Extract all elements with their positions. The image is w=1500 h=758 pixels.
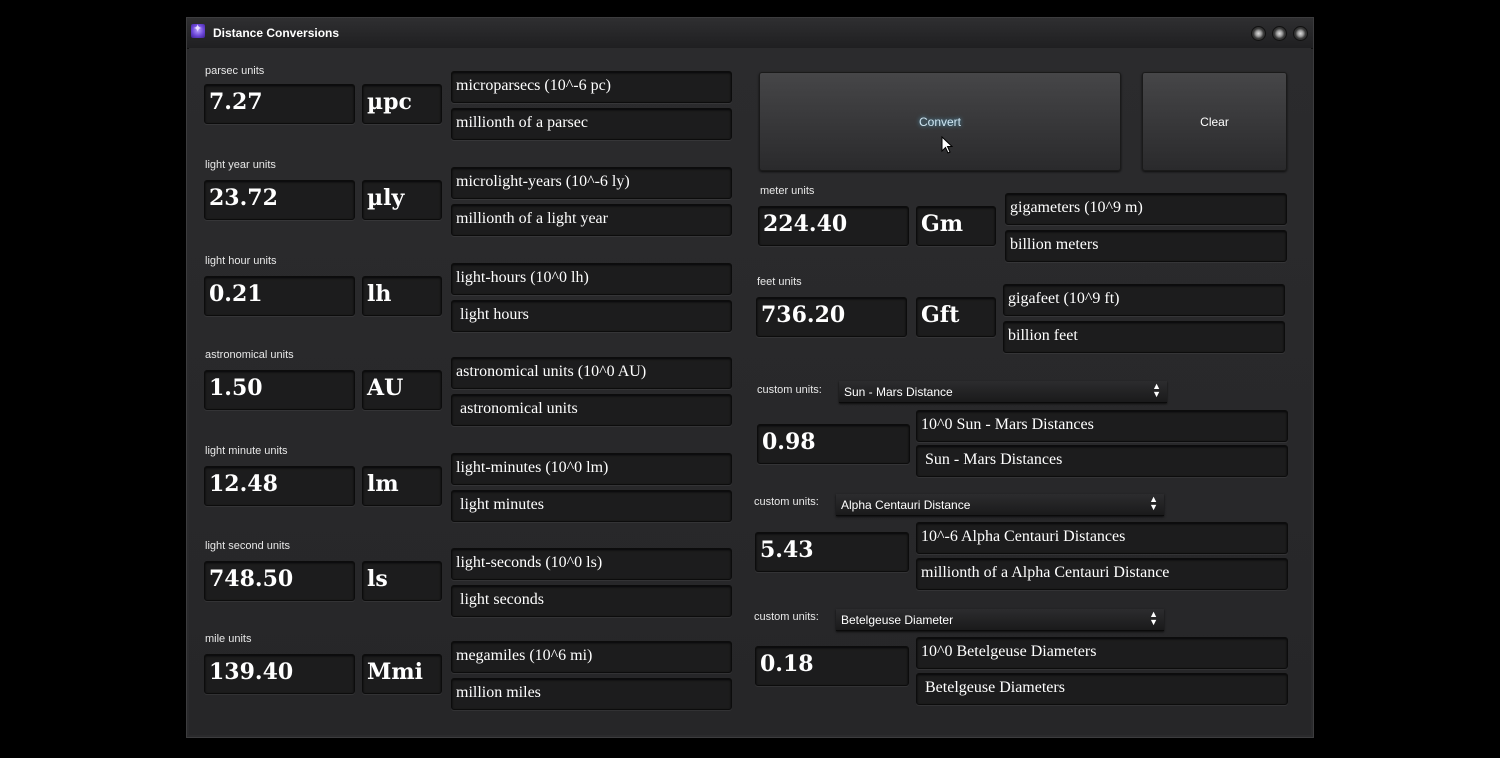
clear-button-label: Clear <box>1200 114 1229 129</box>
custom-units-selected: Betelgeuse Diameter <box>841 613 954 627</box>
unit-description-field[interactable]: millionth of a parsec <box>451 108 732 140</box>
unit-name-field[interactable]: gigameters (10^9 m) <box>1005 193 1287 225</box>
unit-symbol-field[interactable]: lm <box>362 466 442 506</box>
group-label: mile units <box>205 633 252 645</box>
unit-name-field[interactable]: gigafeet (10^9 ft) <box>1003 284 1285 316</box>
unit-name-field[interactable]: 10^0 Sun - Mars Distances <box>916 410 1288 442</box>
unit-name-field[interactable]: 10^-6 Alpha Centauri Distances <box>916 522 1288 554</box>
unit-symbol-field[interactable]: lh <box>362 276 442 316</box>
group-label: meter units <box>760 185 815 197</box>
value-field[interactable]: 12.48 <box>204 466 355 506</box>
value-field[interactable]: 0.18 <box>755 646 909 686</box>
maximize-button[interactable] <box>1272 26 1287 41</box>
clear-button[interactable]: Clear <box>1142 72 1287 171</box>
unit-description-field[interactable]: light hours <box>451 300 732 332</box>
custom-units-select[interactable]: Sun - Mars Distance ▲ ▼ <box>839 381 1167 403</box>
value-field[interactable]: 5.43 <box>755 532 909 572</box>
unit-description-field[interactable]: million miles <box>451 678 732 710</box>
mouse-cursor-icon <box>941 136 954 154</box>
close-button[interactable] <box>1293 26 1308 41</box>
unit-name-field[interactable]: astronomical units (10^0 AU) <box>451 357 732 389</box>
unit-description-field[interactable]: billion meters <box>1005 230 1287 262</box>
group-label: light second units <box>205 540 290 552</box>
unit-description-field[interactable]: billion feet <box>1003 321 1285 353</box>
custom-units-label: custom units: <box>754 611 819 623</box>
unit-description-field[interactable]: astronomical units <box>451 394 732 426</box>
unit-name-field[interactable]: light-seconds (10^0 ls) <box>451 548 732 580</box>
custom-units-select[interactable]: Alpha Centauri Distance ▲ ▼ <box>836 494 1164 516</box>
group-label: feet units <box>757 276 802 288</box>
group-label: astronomical units <box>205 349 294 361</box>
value-field[interactable]: 1.50 <box>204 370 355 410</box>
value-field[interactable]: 748.50 <box>204 561 355 601</box>
unit-name-field[interactable]: light-hours (10^0 lh) <box>451 263 732 295</box>
spinner-arrows-icon: ▲ ▼ <box>1149 494 1158 512</box>
unit-symbol-field[interactable]: µpc <box>362 84 442 124</box>
unit-description-field[interactable]: millionth of a light year <box>451 204 732 236</box>
group-label: parsec units <box>205 65 265 77</box>
group-label: light minute units <box>205 445 288 457</box>
unit-symbol-field[interactable]: Mmi <box>362 654 442 694</box>
unit-symbol-field[interactable]: Gm <box>916 206 996 246</box>
custom-units-selected: Sun - Mars Distance <box>844 385 953 399</box>
unit-description-field[interactable]: millionth of a Alpha Centauri Distance <box>916 558 1288 590</box>
unit-name-field[interactable]: 10^0 Betelgeuse Diameters <box>916 637 1288 669</box>
unit-symbol-field[interactable]: AU <box>362 370 442 410</box>
convert-button[interactable]: Convert <box>759 72 1121 171</box>
window-title: Distance Conversions <box>213 26 340 40</box>
unit-symbol-field[interactable]: µly <box>362 180 442 220</box>
spinner-arrows-icon: ▲ ▼ <box>1149 609 1158 627</box>
unit-symbol-field[interactable]: ls <box>362 561 442 601</box>
app-icon <box>191 22 205 38</box>
custom-units-label: custom units: <box>754 496 819 508</box>
unit-symbol-field[interactable]: Gft <box>916 297 996 337</box>
unit-description-field[interactable]: light seconds <box>451 585 732 617</box>
value-field[interactable]: 736.20 <box>756 297 907 337</box>
title-bar[interactable]: Distance Conversions <box>187 18 1313 49</box>
unit-description-field[interactable]: Sun - Mars Distances <box>916 445 1288 477</box>
value-field[interactable]: 139.40 <box>204 654 355 694</box>
group-label: light year units <box>205 159 276 171</box>
value-field[interactable]: 224.40 <box>758 206 909 246</box>
unit-name-field[interactable]: megamiles (10^6 mi) <box>451 641 732 673</box>
unit-description-field[interactable]: light minutes <box>451 490 732 522</box>
unit-description-field[interactable]: Betelgeuse Diameters <box>916 673 1288 705</box>
minimize-button[interactable] <box>1251 26 1266 41</box>
unit-name-field[interactable]: microparsecs (10^-6 pc) <box>451 71 732 103</box>
value-field[interactable]: 0.21 <box>204 276 355 316</box>
unit-name-field[interactable]: microlight-years (10^-6 ly) <box>451 167 732 199</box>
value-field[interactable]: 23.72 <box>204 180 355 220</box>
value-field[interactable]: 7.27 <box>204 84 355 124</box>
custom-units-selected: Alpha Centauri Distance <box>841 498 971 512</box>
group-label: light hour units <box>205 255 277 267</box>
spinner-arrows-icon: ▲ ▼ <box>1152 381 1161 399</box>
value-field[interactable]: 0.98 <box>757 424 910 464</box>
convert-button-label: Convert <box>918 114 962 129</box>
custom-units-select[interactable]: Betelgeuse Diameter ▲ ▼ <box>836 609 1164 631</box>
custom-units-label: custom units: <box>757 384 822 396</box>
unit-name-field[interactable]: light-minutes (10^0 lm) <box>451 453 732 485</box>
